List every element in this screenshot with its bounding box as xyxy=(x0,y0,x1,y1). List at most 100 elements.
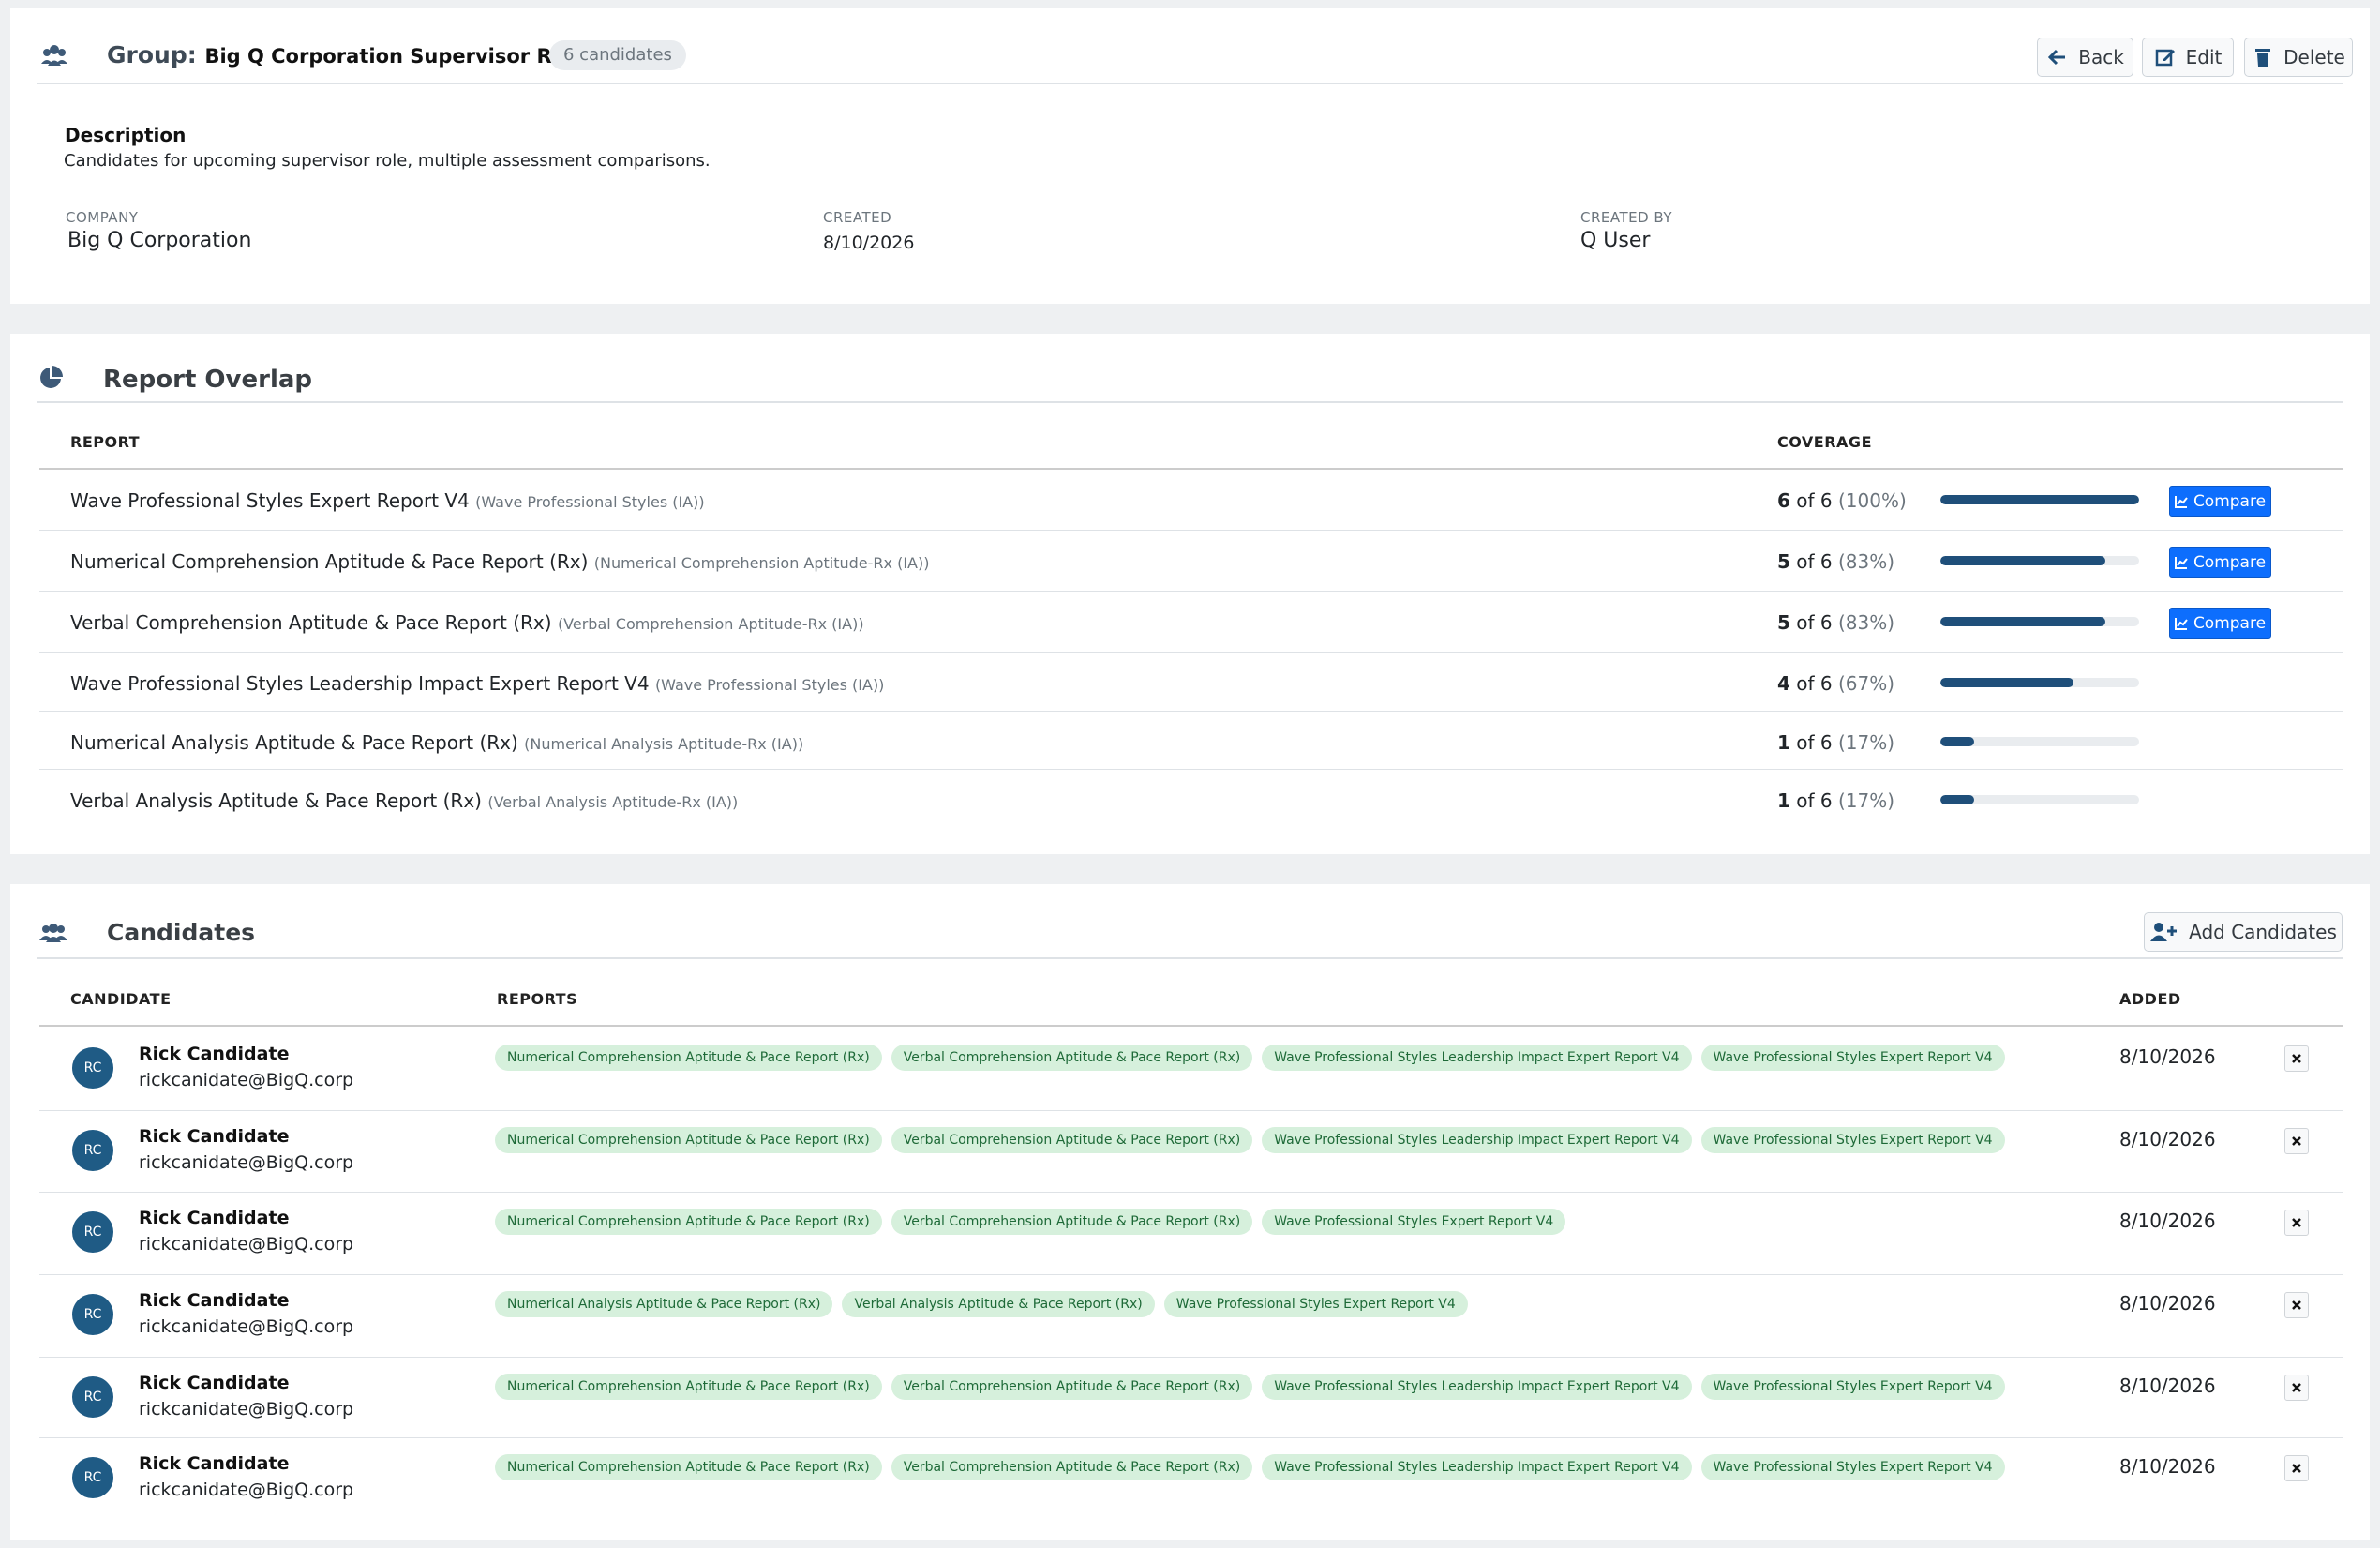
report-tag: Numerical Comprehension Aptitude & Pace … xyxy=(495,1374,882,1400)
user-plus-icon xyxy=(2150,923,2178,941)
coverage-percent: (83%) xyxy=(1838,550,1895,573)
report-name: Numerical Analysis Aptitude & Pace Repor… xyxy=(70,731,803,754)
edit-button[interactable]: Edit xyxy=(2142,38,2234,77)
report-tag: Wave Professional Styles Leadership Impa… xyxy=(1262,1045,1692,1071)
remove-candidate-button[interactable] xyxy=(2284,1210,2309,1236)
row-divider xyxy=(39,591,2343,592)
remove-candidate-button[interactable] xyxy=(2284,1455,2309,1481)
coverage-text: 1 of 6 (17%) xyxy=(1777,731,1894,754)
compare-label: Compare xyxy=(2193,552,2267,572)
coverage-progress-bar xyxy=(1940,678,2139,687)
added-date: 8/10/2026 xyxy=(2119,1455,2216,1478)
report-assessment: (Numerical Comprehension Aptitude-Rx (IA… xyxy=(593,554,930,572)
report-tag: Wave Professional Styles Expert Report V… xyxy=(1700,1127,2005,1153)
page-title: Group: Big Q Corporation Supervisor Role xyxy=(107,41,585,70)
col-added: ADDED xyxy=(2119,990,2181,1008)
report-title: Wave Professional Styles Expert Report V… xyxy=(70,489,470,512)
candidate-name: Rick Candidate xyxy=(139,1290,290,1311)
coverage-count: 5 xyxy=(1777,550,1790,573)
report-name: Wave Professional Styles Expert Report V… xyxy=(70,489,705,512)
close-icon xyxy=(2292,1300,2301,1310)
description-heading: Description xyxy=(65,124,187,146)
coverage-count: 6 xyxy=(1777,489,1790,512)
coverage-text: 4 of 6 (67%) xyxy=(1777,672,1894,695)
row-divider xyxy=(39,711,2343,712)
col-report: REPORT xyxy=(70,433,141,451)
candidate-email: rickcanidate@BigQ.corp xyxy=(139,1152,354,1173)
remove-candidate-button[interactable] xyxy=(2284,1045,2309,1072)
coverage-count: 4 xyxy=(1777,672,1790,695)
close-icon xyxy=(2292,1218,2301,1227)
row-divider xyxy=(39,1110,2343,1111)
report-tag: Verbal Analysis Aptitude & Pace Report (… xyxy=(842,1291,1155,1317)
row-divider xyxy=(39,1274,2343,1275)
compare-button[interactable]: Compare xyxy=(2169,547,2271,578)
coverage-text: 5 of 6 (83%) xyxy=(1777,611,1894,634)
chart-line-icon xyxy=(2174,556,2188,569)
report-assessment: (Verbal Analysis Aptitude-Rx (IA)) xyxy=(487,793,739,811)
candidate-email: rickcanidate@BigQ.corp xyxy=(139,1399,354,1420)
added-date: 8/10/2026 xyxy=(2119,1210,2216,1232)
coverage-of: of 6 xyxy=(1796,672,1833,695)
coverage-of: of 6 xyxy=(1796,789,1833,812)
report-tag: Verbal Comprehension Aptitude & Pace Rep… xyxy=(891,1127,1253,1153)
candidate-name: Rick Candidate xyxy=(139,1126,290,1147)
report-tags: Numerical Comprehension Aptitude & Pace … xyxy=(495,1209,1566,1235)
remove-candidate-button[interactable] xyxy=(2284,1128,2309,1154)
candidate-email: rickcanidate@BigQ.corp xyxy=(139,1070,354,1090)
report-title: Numerical Analysis Aptitude & Pace Repor… xyxy=(70,731,518,754)
edit-icon xyxy=(2155,49,2175,67)
added-date: 8/10/2026 xyxy=(2119,1375,2216,1397)
remove-candidate-button[interactable] xyxy=(2284,1292,2309,1318)
add-candidates-button[interactable]: Add Candidates xyxy=(2144,912,2343,952)
close-icon xyxy=(2292,1464,2301,1473)
candidate-count-badge: 6 candidates xyxy=(549,40,686,70)
coverage-text: 6 of 6 (100%) xyxy=(1777,489,1907,512)
report-name: Verbal Comprehension Aptitude & Pace Rep… xyxy=(70,611,864,634)
avatar: RC xyxy=(72,1376,113,1418)
candidate-name: Rick Candidate xyxy=(139,1373,290,1393)
coverage-text: 1 of 6 (17%) xyxy=(1777,789,1894,812)
coverage-of: of 6 xyxy=(1796,550,1833,573)
report-overlap-card: Report Overlap REPORT COVERAGE Wave Prof… xyxy=(10,334,2370,854)
candidate-email: rickcanidate@BigQ.corp xyxy=(139,1234,354,1255)
arrow-left-icon xyxy=(2048,49,2066,66)
report-tag: Verbal Comprehension Aptitude & Pace Rep… xyxy=(891,1454,1253,1480)
compare-button[interactable]: Compare xyxy=(2169,608,2271,639)
back-button[interactable]: Back xyxy=(2037,38,2133,77)
chart-line-icon xyxy=(2174,617,2188,630)
remove-candidate-button[interactable] xyxy=(2284,1375,2309,1401)
report-assessment: (Verbal Comprehension Aptitude-Rx (IA)) xyxy=(557,615,864,633)
table-header-divider xyxy=(39,1025,2343,1027)
coverage-of: of 6 xyxy=(1796,611,1833,634)
coverage-progress-bar xyxy=(1940,617,2139,626)
avatar: RC xyxy=(72,1294,113,1335)
report-title: Verbal Analysis Aptitude & Pace Report (… xyxy=(70,789,482,812)
edit-label: Edit xyxy=(2185,46,2223,68)
company-value: Big Q Corporation xyxy=(67,229,252,252)
add-candidates-label: Add Candidates xyxy=(2189,921,2337,943)
coverage-progress-fill xyxy=(1940,795,1975,804)
back-label: Back xyxy=(2078,46,2124,68)
compare-button[interactable]: Compare xyxy=(2169,486,2271,517)
coverage-progress-bar xyxy=(1940,737,2139,746)
group-name: Big Q Corporation Supervisor Role xyxy=(204,45,586,68)
added-date: 8/10/2026 xyxy=(2119,1128,2216,1150)
report-tag: Wave Professional Styles Expert Report V… xyxy=(1163,1291,1468,1317)
coverage-progress-fill xyxy=(1940,737,1975,746)
report-overlap-title: Report Overlap xyxy=(103,366,313,394)
coverage-progress-bar xyxy=(1940,795,2139,804)
row-divider xyxy=(39,530,2343,531)
pie-chart-icon xyxy=(40,366,63,388)
created-value: 8/10/2026 xyxy=(823,233,915,253)
report-overlap-header: Report Overlap xyxy=(37,334,2343,403)
delete-button[interactable]: Delete xyxy=(2244,38,2353,77)
close-icon xyxy=(2292,1054,2301,1063)
report-assessment: (Numerical Analysis Aptitude-Rx (IA)) xyxy=(524,735,804,753)
added-date: 8/10/2026 xyxy=(2119,1045,2216,1068)
candidate-email: rickcanidate@BigQ.corp xyxy=(139,1316,354,1337)
coverage-percent: (100%) xyxy=(1838,489,1907,512)
coverage-count: 1 xyxy=(1777,731,1790,754)
coverage-count: 5 xyxy=(1777,611,1790,634)
coverage-of: of 6 xyxy=(1796,731,1833,754)
